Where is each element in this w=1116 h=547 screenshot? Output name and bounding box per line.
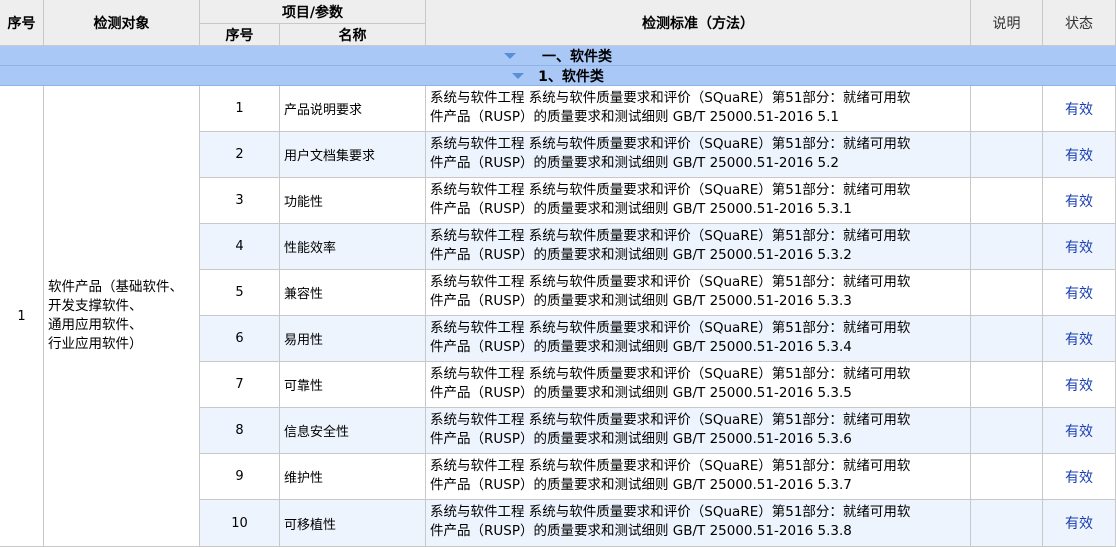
row-note [971, 224, 1043, 270]
group-row-software[interactable]: 一、软件类 [0, 46, 1116, 66]
standard-line: 系统与软件工程 系统与软件质量要求和评价（SQuaRE）第51部分：就绪可用软 [430, 136, 911, 152]
collapse-triangle-icon[interactable] [504, 52, 516, 59]
row-no: 8 [200, 408, 280, 454]
row-name: 用户文档集要求 [280, 132, 426, 178]
row-standard: 系统与软件工程 系统与软件质量要求和评价（SQuaRE）第51部分：就绪可用软 … [426, 362, 971, 408]
row-no: 5 [200, 270, 280, 316]
header-note: 说明 [971, 0, 1043, 46]
standard-line: 件产品（RUSP）的质量要求和测试细则 GB/T 25000.51-2016 5… [430, 523, 852, 539]
status-link[interactable]: 有效 [1043, 224, 1116, 270]
header-status: 状态 [1043, 0, 1116, 46]
row-note [971, 500, 1043, 547]
status-link[interactable]: 有效 [1043, 132, 1116, 178]
row-note [971, 86, 1043, 132]
row-name: 信息安全性 [280, 408, 426, 454]
header-sub-name: 名称 [280, 24, 426, 46]
detection-object: 软件产品（基础软件、 开发支撑软件、 通用应用软件、 行业应用软件） [44, 86, 200, 547]
status-link[interactable]: 有效 [1043, 408, 1116, 454]
row-standard: 系统与软件工程 系统与软件质量要求和评价（SQuaRE）第51部分：就绪可用软 … [426, 408, 971, 454]
header-standard: 检测标准（方法） [426, 0, 971, 46]
header-object: 检测对象 [44, 0, 200, 46]
row-note [971, 132, 1043, 178]
status-link[interactable]: 有效 [1043, 454, 1116, 500]
status-link[interactable]: 有效 [1043, 316, 1116, 362]
row-note [971, 362, 1043, 408]
row-note [971, 454, 1043, 500]
standard-line: 系统与软件工程 系统与软件质量要求和评价（SQuaRE）第51部分：就绪可用软 [430, 458, 911, 474]
row-name: 可移植性 [280, 500, 426, 547]
header-sub-seq: 序号 [200, 24, 280, 46]
standard-line: 系统与软件工程 系统与软件质量要求和评价（SQuaRE）第51部分：就绪可用软 [430, 90, 911, 106]
row-name: 性能效率 [280, 224, 426, 270]
group-label: 一、软件类 [542, 48, 612, 65]
row-standard: 系统与软件工程 系统与软件质量要求和评价（SQuaRE）第51部分：就绪可用软 … [426, 132, 971, 178]
standard-line: 系统与软件工程 系统与软件质量要求和评价（SQuaRE）第51部分：就绪可用软 [430, 504, 911, 520]
standard-line: 系统与软件工程 系统与软件质量要求和评价（SQuaRE）第51部分：就绪可用软 [430, 182, 911, 198]
object-line: 行业应用软件） [48, 336, 143, 352]
header-seq: 序号 [0, 0, 44, 46]
standard-line: 件产品（RUSP）的质量要求和测试细则 GB/T 25000.51-2016 5… [430, 293, 852, 309]
group-row-software-sub[interactable]: 1、软件类 [0, 66, 1116, 86]
standard-line: 件产品（RUSP）的质量要求和测试细则 GB/T 25000.51-2016 5… [430, 247, 852, 263]
row-note [971, 178, 1043, 224]
status-link[interactable]: 有效 [1043, 270, 1116, 316]
standard-line: 件产品（RUSP）的质量要求和测试细则 GB/T 25000.51-2016 5… [430, 477, 852, 493]
standard-line: 件产品（RUSP）的质量要求和测试细则 GB/T 25000.51-2016 5… [430, 431, 852, 447]
object-line: 软件产品（基础软件、 [48, 279, 183, 295]
row-no: 2 [200, 132, 280, 178]
standard-line: 系统与软件工程 系统与软件质量要求和评价（SQuaRE）第51部分：就绪可用软 [430, 412, 911, 428]
standard-line: 系统与软件工程 系统与软件质量要求和评价（SQuaRE）第51部分：就绪可用软 [430, 320, 911, 336]
row-standard: 系统与软件工程 系统与软件质量要求和评价（SQuaRE）第51部分：就绪可用软 … [426, 86, 971, 132]
group-label: 1、软件类 [538, 68, 604, 85]
row-no: 1 [200, 86, 280, 132]
standard-line: 件产品（RUSP）的质量要求和测试细则 GB/T 25000.51-2016 5… [430, 339, 852, 355]
row-standard: 系统与软件工程 系统与软件质量要求和评价（SQuaRE）第51部分：就绪可用软 … [426, 270, 971, 316]
row-name: 可靠性 [280, 362, 426, 408]
row-note [971, 316, 1043, 362]
row-name: 维护性 [280, 454, 426, 500]
row-no: 6 [200, 316, 280, 362]
row-no: 4 [200, 224, 280, 270]
header-params: 项目/参数 [200, 0, 426, 24]
inspection-table: 序号 检测对象 项目/参数 序号 名称 检测标准（方法） 说明 状态 一、软件类… [0, 0, 1116, 547]
row-standard: 系统与软件工程 系统与软件质量要求和评价（SQuaRE）第51部分：就绪可用软 … [426, 500, 971, 547]
status-link[interactable]: 有效 [1043, 178, 1116, 224]
row-no: 3 [200, 178, 280, 224]
row-standard: 系统与软件工程 系统与软件质量要求和评价（SQuaRE）第51部分：就绪可用软 … [426, 454, 971, 500]
row-note [971, 270, 1043, 316]
status-link[interactable]: 有效 [1043, 86, 1116, 132]
standard-line: 件产品（RUSP）的质量要求和测试细则 GB/T 25000.51-2016 5… [430, 385, 852, 401]
object-line: 开发支撑软件、 [48, 298, 143, 314]
status-link[interactable]: 有效 [1043, 500, 1116, 547]
object-line: 通用应用软件、 [48, 317, 143, 333]
standard-line: 系统与软件工程 系统与软件质量要求和评价（SQuaRE）第51部分：就绪可用软 [430, 228, 911, 244]
standard-line: 件产品（RUSP）的质量要求和测试细则 GB/T 25000.51-2016 5… [430, 201, 852, 217]
standard-line: 系统与软件工程 系统与软件质量要求和评价（SQuaRE）第51部分：就绪可用软 [430, 366, 911, 382]
collapse-triangle-icon[interactable] [512, 72, 525, 79]
row-name: 易用性 [280, 316, 426, 362]
row-name: 产品说明要求 [280, 86, 426, 132]
status-link[interactable]: 有效 [1043, 362, 1116, 408]
row-standard: 系统与软件工程 系统与软件质量要求和评价（SQuaRE）第51部分：就绪可用软 … [426, 316, 971, 362]
row-group-seq: 1 [0, 86, 44, 547]
row-name: 功能性 [280, 178, 426, 224]
row-standard: 系统与软件工程 系统与软件质量要求和评价（SQuaRE）第51部分：就绪可用软 … [426, 224, 971, 270]
row-note [971, 408, 1043, 454]
standard-line: 件产品（RUSP）的质量要求和测试细则 GB/T 25000.51-2016 5… [430, 109, 839, 125]
row-no: 7 [200, 362, 280, 408]
row-no: 10 [200, 500, 280, 547]
standard-line: 系统与软件工程 系统与软件质量要求和评价（SQuaRE）第51部分：就绪可用软 [430, 274, 911, 290]
standard-line: 件产品（RUSP）的质量要求和测试细则 GB/T 25000.51-2016 5… [430, 155, 839, 171]
row-name: 兼容性 [280, 270, 426, 316]
row-no: 9 [200, 454, 280, 500]
row-standard: 系统与软件工程 系统与软件质量要求和评价（SQuaRE）第51部分：就绪可用软 … [426, 178, 971, 224]
